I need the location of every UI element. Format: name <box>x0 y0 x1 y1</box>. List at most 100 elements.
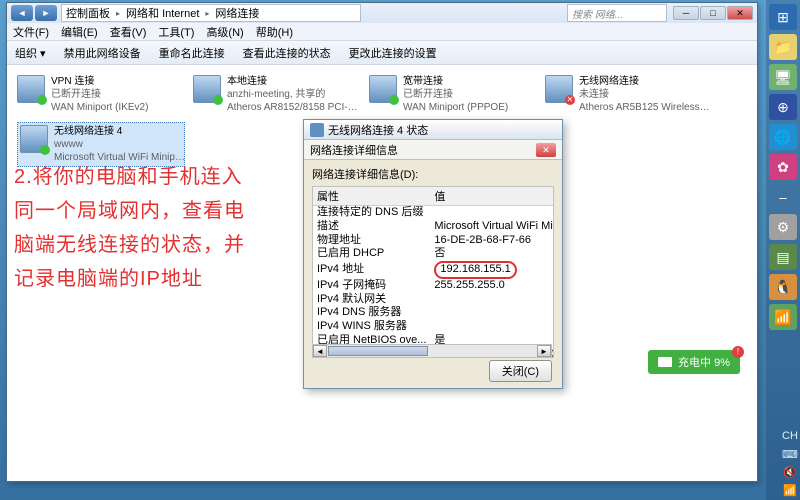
prop-value: 16-DE-2B-68-F7-66 <box>430 234 554 248</box>
annotation-text: 2.将你的电脑和手机连入同一个局域网内，查看电脑端无线连接的状态，并记录电脑端的… <box>14 160 245 296</box>
wifi-icon <box>310 123 324 137</box>
connection-icon <box>369 75 397 103</box>
connection-icon <box>545 75 573 103</box>
bc-seg[interactable]: 控制面板 <box>66 5 110 21</box>
menu-view[interactable]: 查看(V) <box>110 24 147 40</box>
menubar: 文件(F) 编辑(E) 查看(V) 工具(T) 高级(N) 帮助(H) <box>7 23 757 41</box>
prop-value <box>430 206 554 220</box>
menu-edit[interactable]: 编辑(E) <box>61 24 98 40</box>
back-button[interactable]: ◄ <box>11 5 33 21</box>
sidebar-app-icon[interactable]: ⎯ <box>769 184 797 210</box>
menu-advanced[interactable]: 高级(N) <box>206 24 243 40</box>
property-row: IPv4 默认网关 <box>313 293 554 307</box>
connection-icon <box>17 75 45 103</box>
connection-status: 已断开连接 <box>403 88 508 101</box>
sidebar-app-icon[interactable]: ⚙ <box>769 214 797 240</box>
property-row: 连接特定的 DNS 后缀 <box>313 206 554 220</box>
close-button[interactable]: ✕ <box>727 6 753 20</box>
sidebar-app-icon[interactable]: 🖥 <box>769 64 797 90</box>
minimize-button[interactable]: ─ <box>673 6 699 20</box>
horizontal-scrollbar[interactable]: ◄ ► <box>312 344 552 358</box>
scroll-right-icon[interactable]: ► <box>537 345 551 357</box>
prop-key: 已启用 DHCP <box>313 247 430 261</box>
menu-file[interactable]: 文件(F) <box>13 24 49 40</box>
dialog-title: 无线网络连接 4 状态 <box>328 122 428 138</box>
prop-key: 连接特定的 DNS 后缀 <box>313 206 430 220</box>
forward-button[interactable]: ► <box>35 5 57 21</box>
connection-device: Atheros AR5B125 Wireless Ne... <box>579 101 711 114</box>
menu-help[interactable]: 帮助(H) <box>256 24 293 40</box>
titlebar: ◄ ► 控制面板▸ 网络和 Internet▸ 网络连接 搜索 网络... ─ … <box>7 3 757 23</box>
tb-status[interactable]: 查看此连接的状态 <box>243 45 331 61</box>
property-row: IPv4 子网掩码255.255.255.0 <box>313 279 554 293</box>
connection-item[interactable]: 本地连接 anzhi-meeting, 共享的 Atheros AR8152/8… <box>193 75 361 114</box>
prop-value <box>430 293 554 307</box>
connection-status: anzhi-meeting, 共享的 <box>227 88 359 101</box>
connection-status: 已断开连接 <box>51 88 148 101</box>
connection-status: wwww <box>54 138 186 151</box>
connection-device: WAN Miniport (PPPOE) <box>403 101 508 114</box>
search-input[interactable]: 搜索 网络... <box>567 4 667 22</box>
sidebar-app-icon[interactable]: ⊞ <box>769 4 797 30</box>
sidebar-app-icon[interactable]: ⊕ <box>769 94 797 120</box>
menu-tools[interactable]: 工具(T) <box>158 24 194 40</box>
dialog-close-button[interactable]: ✕ <box>536 143 556 157</box>
connection-name: 宽带连接 <box>403 75 508 88</box>
sidebar-app-icon[interactable]: ✿ <box>769 154 797 180</box>
connection-icon <box>20 125 48 153</box>
prop-value: 255.255.255.0 <box>430 279 554 293</box>
prop-key: IPv4 默认网关 <box>313 293 430 307</box>
prop-value: 否 <box>430 247 554 261</box>
sidebar-app-icon[interactable]: ▤ <box>769 244 797 270</box>
prop-key: IPv4 地址 <box>313 261 430 279</box>
status-dialog: 无线网络连接 4 状态 网络连接详细信息 ✕ 网络连接详细信息(D): 属性 值… <box>303 119 563 389</box>
prop-key: IPv4 子网掩码 <box>313 279 430 293</box>
property-row: 物理地址16-DE-2B-68-F7-66 <box>313 234 554 248</box>
connection-icon <box>193 75 221 103</box>
scroll-thumb[interactable] <box>328 346 428 356</box>
bc-seg[interactable]: 网络连接 <box>215 5 259 21</box>
tray-lang-icon[interactable]: ⌨ <box>782 448 798 460</box>
tray-ch[interactable]: CH <box>782 430 798 442</box>
dialog-subtitle-bar: 网络连接详细信息 ✕ <box>304 140 562 160</box>
sidebar-app-icon[interactable]: 🌐 <box>769 124 797 150</box>
prop-value: Microsoft Virtual WiFi Miniport A <box>430 220 554 234</box>
property-row: IPv4 地址192.168.155.1 <box>313 261 554 279</box>
property-row: IPv4 WINS 服务器 <box>313 320 554 334</box>
connection-item[interactable]: VPN 连接 已断开连接 WAN Miniport (IKEv2) <box>17 75 185 114</box>
dialog-titlebar[interactable]: 无线网络连接 4 状态 <box>304 120 562 140</box>
bc-seg[interactable]: 网络和 Internet <box>126 5 199 21</box>
property-row: 已启用 DHCP否 <box>313 247 554 261</box>
desktop: ◄ ► 控制面板▸ 网络和 Internet▸ 网络连接 搜索 网络... ─ … <box>0 0 800 500</box>
tb-change[interactable]: 更改此连接的设置 <box>349 45 437 61</box>
plug-icon <box>658 357 672 367</box>
tb-disable[interactable]: 禁用此网络设备 <box>64 45 141 61</box>
prop-key: 描述 <box>313 220 430 234</box>
scroll-left-icon[interactable]: ◄ <box>313 345 327 357</box>
connection-name: 无线网络连接 4 <box>54 125 186 138</box>
tray-sound-icon[interactable]: 🔇 <box>782 466 798 478</box>
connection-item[interactable]: 宽带连接 已断开连接 WAN Miniport (PPPOE) <box>369 75 537 114</box>
prop-key: 物理地址 <box>313 234 430 248</box>
tb-organize[interactable]: 组织 ▾ <box>15 45 46 61</box>
sidebar-app-icon[interactable]: 📶 <box>769 304 797 330</box>
breadcrumb[interactable]: 控制面板▸ 网络和 Internet▸ 网络连接 <box>61 4 361 22</box>
maximize-button[interactable]: □ <box>700 6 726 20</box>
prop-value: 192.168.155.1 <box>430 261 554 279</box>
system-tray: CH ⌨ 🔇 📶 <box>782 430 798 496</box>
col-property: 属性 <box>313 187 430 206</box>
property-row: IPv4 DNS 服务器 <box>313 306 554 320</box>
alert-badge: ! <box>732 346 744 358</box>
tb-rename[interactable]: 重命名此连接 <box>159 45 225 61</box>
dialog-close-btn[interactable]: 关闭(C) <box>489 360 552 382</box>
connection-name: VPN 连接 <box>51 75 148 88</box>
col-value: 值 <box>430 187 554 206</box>
sidebar-app-icon[interactable]: 📁 <box>769 34 797 60</box>
battery-notification[interactable]: 充电中 9% ! <box>648 350 740 374</box>
battery-text: 充电中 9% <box>678 354 730 370</box>
connection-item[interactable]: 无线网络连接 未连接 Atheros AR5B125 Wireless Ne..… <box>545 75 713 114</box>
tray-wifi-icon[interactable]: 📶 <box>782 484 798 496</box>
property-row: 描述Microsoft Virtual WiFi Miniport A <box>313 220 554 234</box>
prop-value <box>430 306 554 320</box>
sidebar-app-icon[interactable]: 🐧 <box>769 274 797 300</box>
